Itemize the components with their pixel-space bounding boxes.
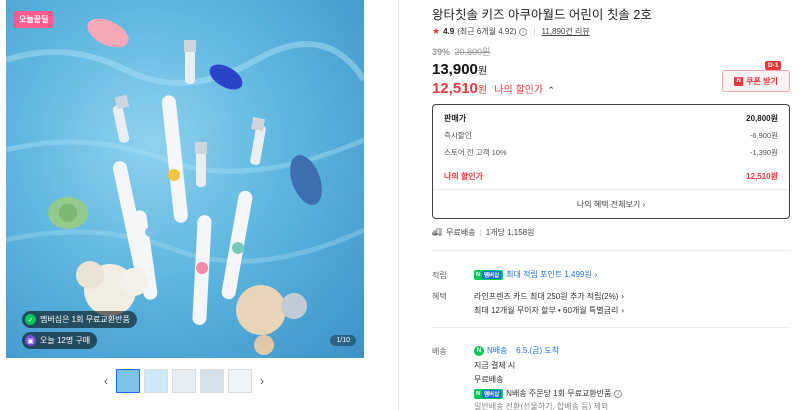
thumbnail-4[interactable]: [200, 369, 224, 393]
rating-score: 4.9: [443, 27, 455, 36]
info-icon[interactable]: i: [519, 27, 528, 36]
chevron-right-icon: ›: [594, 270, 598, 279]
dday-badge: D-1: [765, 61, 782, 70]
n-delivery-badge: N배송: [487, 346, 508, 355]
npay-plus: 멤버십: [481, 389, 502, 398]
sale-price-unit: 원: [477, 66, 488, 77]
chevron-left-icon[interactable]: ‹: [100, 368, 112, 394]
delivery-date: 6.5.(금) 도착: [516, 346, 560, 355]
discount-row: 39% 20,800원: [432, 45, 490, 58]
n-delivery-icon: N: [474, 345, 484, 356]
price-breakdown-box: 판매가 20,800원 즉시할인 -6,900원 스토어 전 고객 10% -1…: [432, 104, 790, 219]
price-row-label: 즉시할인: [444, 131, 472, 140]
price-row-mine: 나의 할인가 12,510원: [444, 171, 778, 182]
price-row-label: 스토어 전 고객 10%: [444, 148, 507, 157]
sale-price: 13,900원: [432, 61, 487, 78]
price-row-value: -6,900원: [749, 131, 778, 140]
npay-membership-badge: N 멤버십: [474, 269, 504, 280]
points-label: 적립: [432, 271, 447, 280]
shipping-row: 🚚︎ 무료배송 | 1개당 1,158원: [432, 227, 534, 238]
chevron-right-icon[interactable]: ›: [256, 368, 268, 394]
naver-n-icon: N: [734, 76, 744, 86]
thumbnail-strip: ‹ ›: [100, 368, 268, 394]
toothbrush-illustration: [6, 18, 364, 355]
separator: |: [479, 228, 482, 237]
delivery-line-2: 무료배송: [474, 375, 504, 384]
rating-row: ★ 4.9 (최근 6개월 4.92) i | 11,890건 리뷰: [432, 26, 590, 37]
npay-plus: 멤버십: [481, 270, 502, 279]
chevron-right-icon: ›: [621, 292, 625, 301]
divider: [432, 327, 790, 328]
reviews-link[interactable]: 11,890건 리뷰: [542, 26, 590, 37]
delivery-line-3: N 멤버십 N배송 주문당 1회 무료교환반품 i: [474, 388, 623, 399]
price-row-label: 판매가: [444, 114, 467, 123]
price-row-store: 스토어 전 고객 10% -1,390원: [444, 147, 778, 158]
thumbnail-2[interactable]: [144, 369, 168, 393]
product-image[interactable]: 오늘끝딜 ✓ 멤버십은 1회 무료교환반품 ▣ 오늘 12명 구매 1/10: [6, 0, 364, 358]
delivery-line-1: 지금 결제 시: [474, 361, 516, 370]
delivery-date-row[interactable]: N N배송 · 6.5.(금) 도착: [474, 345, 559, 356]
npay-n: N: [476, 390, 480, 397]
my-discount-price[interactable]: 12,510원 나의 할인가 ⌃: [432, 80, 555, 97]
benefits-line-1[interactable]: 라인프렌즈 카드 최대 250원 추가 적립(2%) ›: [474, 291, 624, 302]
points-text: 최대 적립 포인트 1,499원: [506, 270, 592, 279]
cart-icon: ▣: [25, 335, 36, 346]
chevron-right-icon: ›: [642, 200, 646, 209]
npay-membership-badge: N 멤버십: [474, 388, 504, 399]
membership-pill-text: 멤버십은 1회 무료교환반품: [40, 315, 130, 324]
thumbnail-3[interactable]: [172, 369, 196, 393]
divider: [433, 189, 789, 190]
per-unit-price: 1개당 1,158원: [485, 228, 535, 237]
original-price: 20,800원: [454, 47, 491, 57]
benefits-line-2[interactable]: 최대 12개월 무이자 할부 • 60개월 특별금리 ›: [474, 305, 624, 316]
benefits-line-2-text: 최대 12개월 무이자 할부 • 60개월 특별금리: [474, 306, 619, 315]
delivery-label: 배송: [432, 347, 447, 356]
sale-price-value: 13,900: [432, 61, 478, 78]
info-icon[interactable]: i: [614, 389, 623, 398]
benefits-link[interactable]: 나의 혜택 전체보기 ›: [433, 199, 789, 210]
benefits-link-label: 나의 혜택 전체보기: [576, 200, 641, 209]
today-purchases-pill: ▣ 오늘 12명 구매: [22, 332, 98, 349]
membership-icon: ✓: [25, 314, 36, 325]
price-row-sale: 판매가 20,800원: [444, 113, 778, 124]
price-row-value: -1,390원: [749, 148, 778, 157]
my-price-value: 12,510: [432, 80, 478, 97]
points-value[interactable]: N 멤버십 최대 적립 포인트 1,499원 ›: [474, 269, 597, 280]
thumbnail-5[interactable]: [228, 369, 252, 393]
discount-rate: 39%: [432, 47, 451, 57]
image-counter: 1/10: [330, 335, 356, 346]
membership-pill[interactable]: ✓ 멤버십은 1회 무료교환반품: [22, 311, 137, 328]
coupon-label: 쿠폰 받기: [746, 76, 778, 86]
benefits-line-1-text: 라인프렌즈 카드 최대 250원 추가 적립(2%): [474, 292, 619, 301]
separator: ·: [510, 346, 514, 355]
npay-n: N: [476, 271, 480, 278]
divider: [398, 0, 399, 410]
price-row-instant: 즉시할인 -6,900원: [444, 130, 778, 141]
my-price-unit: 원: [477, 85, 488, 96]
product-title: 왕타칫솔 키즈 아쿠아월드 어린이 칫솔 2호: [432, 8, 652, 22]
thumbnail-1[interactable]: [116, 369, 140, 393]
today-deal-badge: 오늘끝딜: [14, 11, 54, 28]
price-row-value: 20,800원: [746, 114, 778, 123]
price-row-value: 12,510원: [746, 172, 778, 181]
price-row-label: 나의 할인가: [444, 172, 484, 181]
truck-icon: 🚚︎: [432, 228, 443, 237]
separator: |: [533, 27, 536, 36]
chevron-right-icon: ›: [621, 306, 625, 315]
product-page: 오늘끝딜 ✓ 멤버십은 1회 무료교환반품 ▣ 오늘 12명 구매 1/10 ‹…: [0, 0, 800, 410]
rating-detail: (최근 6개월 4.92): [457, 27, 517, 36]
delivery-line-4: 일반배송 전환(선물하기, 합배송 등) 제외: [474, 402, 609, 410]
delivery-line-3-text: N배송 주문당 1회 무료교환반품: [506, 389, 612, 398]
chevron-up-icon: ⌃: [547, 85, 555, 95]
today-purchases-text: 오늘 12명 구매: [40, 336, 91, 345]
benefits-label: 혜택: [432, 292, 447, 301]
star-icon: ★: [432, 26, 441, 36]
coupon-button[interactable]: N 쿠폰 받기: [722, 70, 790, 92]
divider: [432, 250, 790, 251]
my-price-label: 나의 할인가: [494, 85, 544, 96]
free-shipping: 무료배송: [446, 228, 476, 237]
